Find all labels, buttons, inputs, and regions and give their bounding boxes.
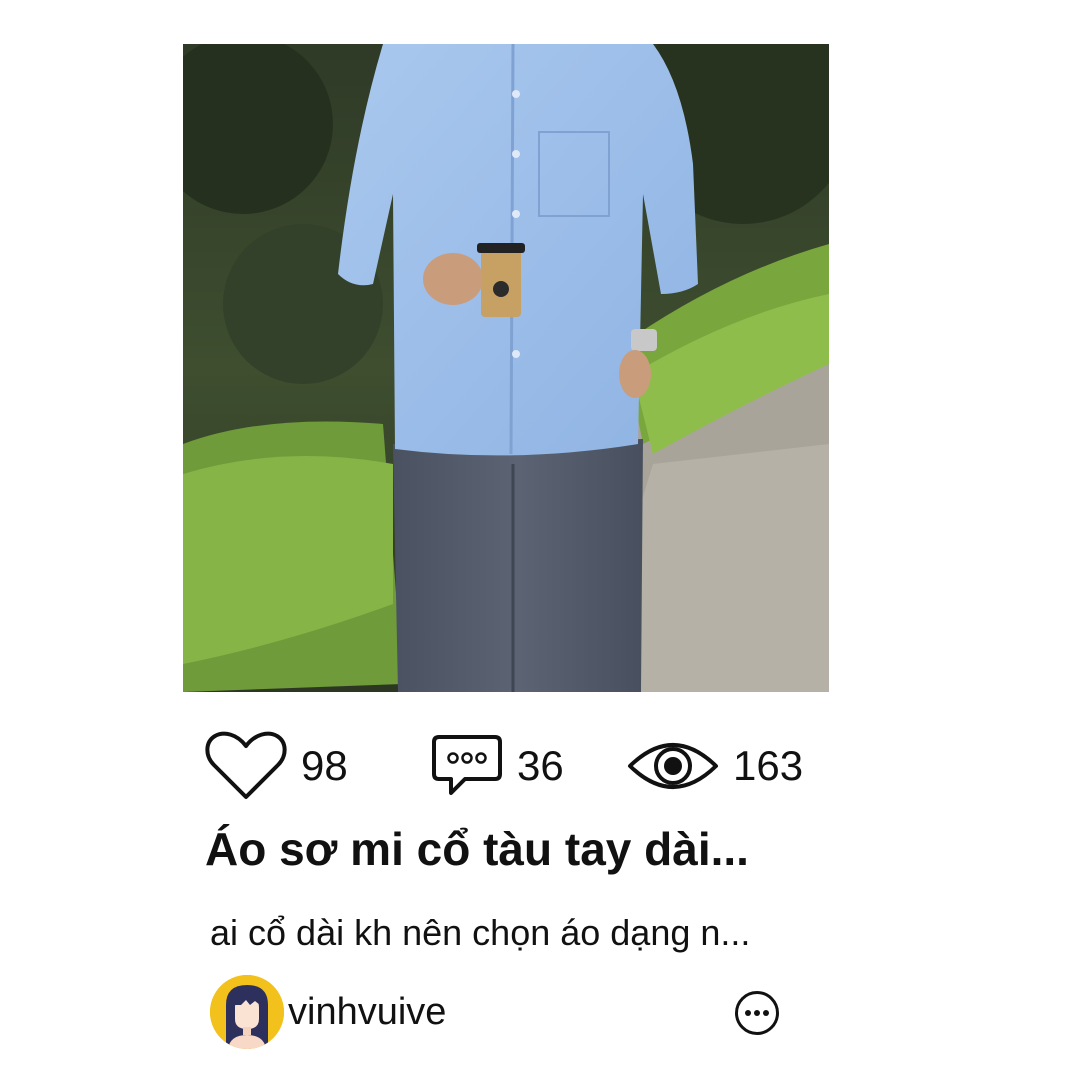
- eye-icon: [627, 738, 719, 794]
- post-card: 98 36 163 Áo sơ mi cổ tàu tay dài... ai …: [0, 0, 1080, 1080]
- comment-count: 36: [517, 742, 564, 789]
- post-image[interactable]: [183, 44, 829, 692]
- post-excerpt[interactable]: ai cổ dài kh nên chọn áo dạng n...: [210, 912, 850, 954]
- like-count: 98: [301, 742, 348, 789]
- post-photo-illustration: [183, 44, 829, 692]
- avatar[interactable]: [210, 975, 284, 1049]
- avatar-girl-icon: [210, 975, 284, 1049]
- more-options-icon[interactable]: [734, 990, 780, 1036]
- like-stat[interactable]: 98: [205, 728, 348, 804]
- view-count: 163: [733, 742, 804, 789]
- more-options-button[interactable]: [734, 990, 780, 1036]
- author-username[interactable]: vinhvuive: [288, 991, 446, 1034]
- comment-stat[interactable]: 36: [431, 728, 564, 804]
- post-title[interactable]: Áo sơ mi cổ tàu tay dài...: [205, 822, 845, 876]
- speech-bubble-icon[interactable]: [431, 733, 503, 799]
- post-stats: 98 36 163: [205, 728, 845, 804]
- view-stat: 163: [627, 728, 803, 804]
- heart-icon[interactable]: [205, 731, 287, 801]
- post-author[interactable]: vinhvuive: [210, 975, 446, 1049]
